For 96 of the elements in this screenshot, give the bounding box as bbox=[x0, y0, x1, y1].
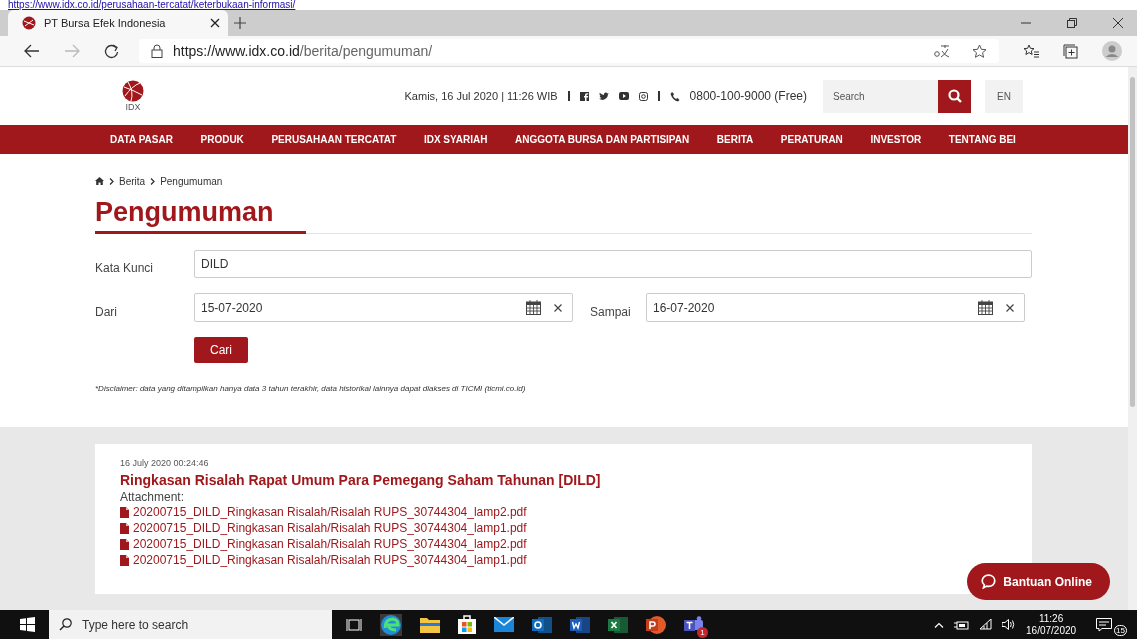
date-time: Kamis, 16 Jul 2020 | 11:26 WIB bbox=[404, 90, 558, 102]
presentation-app-icon[interactable] bbox=[646, 615, 666, 634]
attachment-link[interactable]: 20200715_DILD_Ringkasan Risalah/Risalah RUPS_30744304_lamp1.pdf bbox=[133, 553, 527, 567]
phone-number: 0800-100-9000 (Free) bbox=[689, 89, 807, 103]
browser-tab[interactable]: PT Bursa Efek Indonesia bbox=[8, 10, 228, 36]
attachment-link[interactable]: 20200715_DILD_Ringkasan Risalah/Risalah RUPS_30744304_lamp1.pdf bbox=[133, 521, 527, 535]
task-view-icon[interactable] bbox=[346, 617, 362, 632]
file-icon bbox=[120, 554, 129, 566]
scrollbar[interactable] bbox=[1128, 67, 1137, 610]
announcement-title-link[interactable]: Ringkasan Risalah Rapat Umum Para Pemegang Saham Tahunan [DILD] bbox=[120, 472, 1007, 488]
page-title: Pengumuman bbox=[95, 197, 306, 234]
instagram-icon[interactable] bbox=[638, 91, 648, 101]
word-app-icon[interactable] bbox=[570, 615, 590, 634]
lock-icon bbox=[151, 44, 163, 58]
nav-link[interactable]: DATA PASAR bbox=[110, 134, 173, 145]
collections-icon[interactable] bbox=[1063, 43, 1078, 59]
search-icon bbox=[59, 618, 72, 631]
field-value: 16-07-2020 bbox=[652, 300, 716, 315]
twitter-icon[interactable] bbox=[598, 92, 609, 100]
file-icon bbox=[120, 522, 129, 534]
nav-link[interactable]: BERITA bbox=[716, 134, 754, 145]
attachment-label: Attachment: bbox=[120, 490, 186, 504]
date-from-field[interactable]: 15-07-2020 bbox=[194, 293, 573, 322]
battery-plug-icon[interactable] bbox=[954, 619, 970, 630]
chat-bubble-icon bbox=[981, 574, 997, 589]
facebook-icon[interactable] bbox=[579, 91, 589, 101]
timestamp: 16 July 2020 00:24:46 bbox=[120, 458, 210, 468]
clear-icon[interactable] bbox=[554, 303, 562, 312]
search-field[interactable]: Search bbox=[823, 79, 938, 113]
close-icon[interactable] bbox=[1113, 18, 1123, 28]
chevron-right-icon bbox=[109, 177, 114, 185]
attachment-link[interactable]: 20200715_DILD_Ringkasan Risalah/Risalah RUPS_30744304_lamp2.pdf bbox=[133, 537, 527, 551]
refresh-icon[interactable] bbox=[104, 43, 119, 59]
nav-link[interactable]: IDX SYARIAH bbox=[423, 134, 488, 145]
restore-icon[interactable] bbox=[1067, 18, 1077, 28]
search-icon bbox=[947, 89, 962, 103]
plus-icon[interactable] bbox=[234, 17, 246, 29]
chevron-right-icon bbox=[150, 177, 156, 185]
windows-start-icon[interactable] bbox=[20, 617, 35, 632]
search-button[interactable]: Cari bbox=[194, 337, 248, 363]
language-button[interactable]: EN bbox=[985, 79, 1023, 113]
globe-logo-icon bbox=[122, 80, 144, 102]
tab-title: PT Bursa Efek Indonesia bbox=[44, 17, 167, 29]
calendar-icon[interactable] bbox=[978, 300, 993, 315]
breadcrumb-link[interactable]: Berita bbox=[119, 175, 146, 187]
clock-date[interactable]: 16/07/2020 bbox=[1026, 624, 1077, 637]
back-arrow-icon[interactable] bbox=[24, 44, 40, 58]
field-value: 15-07-2020 bbox=[200, 300, 264, 315]
logo-text: IDX bbox=[125, 102, 141, 112]
browser-swirl-icon[interactable] bbox=[380, 613, 402, 636]
idx-logo[interactable]: IDX bbox=[110, 80, 156, 112]
file-icon bbox=[120, 538, 129, 550]
placeholder-text: Type here to search bbox=[82, 617, 189, 632]
clock-time[interactable]: 11:26 bbox=[1038, 612, 1064, 625]
nav-link[interactable]: PERATURAN bbox=[780, 134, 843, 145]
chevron-up-icon[interactable] bbox=[934, 621, 945, 628]
nav-link[interactable]: PERUSAHAAN TERCATAT bbox=[271, 134, 397, 145]
chat-button[interactable]: Bantuan Online bbox=[967, 563, 1110, 600]
field-label: Dari bbox=[95, 303, 118, 319]
home-icon[interactable] bbox=[95, 177, 104, 185]
url-text: https://www.idx.co.id/berita/pengumuman/ bbox=[173, 43, 433, 59]
store-bag-icon[interactable] bbox=[458, 615, 476, 634]
youtube-icon[interactable] bbox=[618, 92, 629, 100]
address-field[interactable]: https://www.idx.co.id/berita/pengumuman/ bbox=[139, 39, 999, 63]
clear-icon[interactable] bbox=[1006, 303, 1014, 312]
file-icon bbox=[120, 506, 129, 518]
keyword-field[interactable]: DILD bbox=[194, 250, 1032, 278]
star-icon[interactable] bbox=[972, 44, 987, 58]
close-icon[interactable] bbox=[210, 18, 220, 28]
notification-badge: 1 bbox=[697, 626, 708, 638]
search-button[interactable] bbox=[938, 79, 971, 113]
link[interactable]: https://www.idx.co.id/perusahaan-tercatat/keterbukaan-informasi/ bbox=[8, 0, 296, 10]
speaker-icon[interactable] bbox=[1002, 619, 1017, 630]
excel-app-icon[interactable] bbox=[608, 615, 628, 634]
nav-link[interactable]: ANGGOTA BURSA DAN PARTISIPAN bbox=[515, 134, 690, 145]
disclaimer-text: *Disclaimer: data yang ditampilkan hanya data 3 tahun terakhir, data historikal lainnya dapat diakses di TICMI (ticmi.co.id) bbox=[95, 384, 527, 393]
scroll-thumb[interactable] bbox=[1130, 77, 1135, 407]
nav-link[interactable]: TENTANG BEI bbox=[948, 134, 1016, 145]
folder-icon[interactable] bbox=[420, 616, 440, 633]
attachment-link[interactable]: 20200715_DILD_Ringkasan Risalah/Risalah RUPS_30744304_lamp2.pdf bbox=[133, 505, 527, 519]
outlook-app-icon[interactable] bbox=[532, 615, 552, 634]
forward-arrow-icon bbox=[64, 44, 80, 58]
taskbar-search-field[interactable]: Type here to search bbox=[49, 610, 332, 639]
date-to-field[interactable]: 16-07-2020 bbox=[646, 293, 1025, 322]
calendar-icon[interactable] bbox=[526, 300, 541, 315]
envelope-icon[interactable] bbox=[494, 617, 514, 632]
field-label: Kata Kunci bbox=[95, 260, 155, 275]
notification-count: 15 bbox=[1114, 625, 1127, 636]
globe-logo-icon bbox=[22, 16, 36, 30]
favorites-list-icon[interactable] bbox=[1023, 44, 1039, 58]
nav-link[interactable]: PRODUK bbox=[200, 134, 244, 145]
nav-link[interactable]: INVESTOR bbox=[870, 134, 922, 145]
field-label: Sampai bbox=[589, 303, 632, 319]
action-center-icon[interactable] bbox=[1096, 617, 1113, 632]
phone-icon bbox=[669, 90, 680, 102]
profile-avatar-icon[interactable] bbox=[1102, 41, 1122, 61]
